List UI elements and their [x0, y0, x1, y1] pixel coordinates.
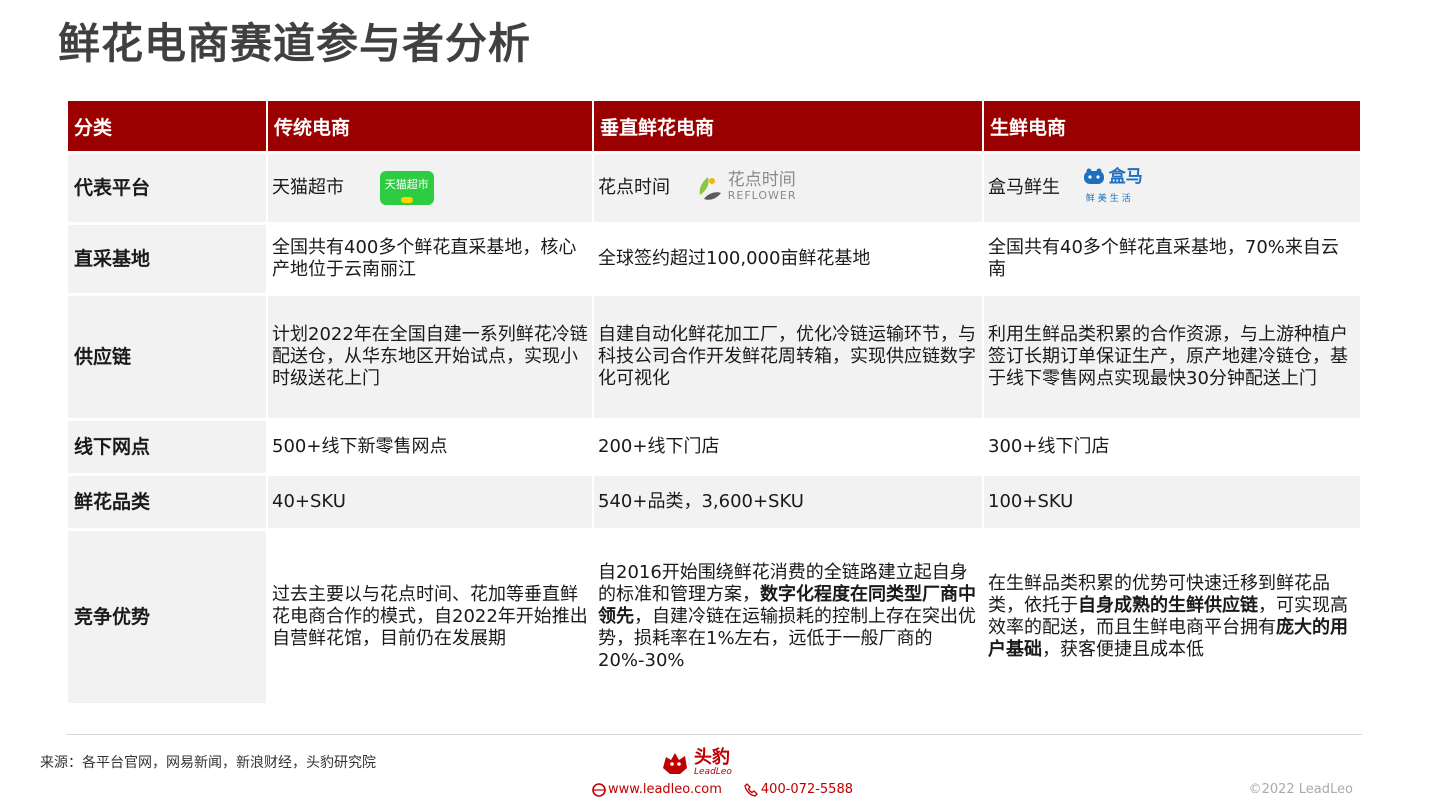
logo-text: 盒马: [1108, 167, 1143, 187]
brand-logo: 头豹 LeadLeo: [660, 748, 732, 778]
comparison-table: 分类 传统电商 垂直鲜花电商 生鲜电商 代表平台 天猫超市 天猫超市 花点时间: [66, 98, 1362, 706]
footer-divider: [66, 734, 1362, 735]
table-row: 代表平台 天猫超市 天猫超市 花点时间 花点时间 REFLOWER 盒马鲜生 盒…: [68, 154, 1360, 222]
leaf-icon: [699, 177, 721, 200]
text-segment: ，自建冷链在运输损耗的控制上存在突出优势，损耗率在1%左右，远低于一般厂商的20…: [598, 606, 976, 671]
source-note: 来源：各平台官网，网易新闻，新浪财经，头豹研究院: [40, 755, 376, 771]
table-row: 鲜花品类 40+SKU 540+品类，3,600+SKU 100+SKU: [68, 476, 1360, 528]
header-vertical-flower-ecommerce: 垂直鲜花电商: [594, 101, 982, 151]
leopard-head-icon: [663, 753, 687, 774]
platform-name: 盒马鲜生: [988, 177, 1060, 198]
tmall-logo-icon: 天猫超市: [379, 171, 434, 205]
table-cell: 540+品类，3,600+SKU: [594, 476, 982, 528]
hippo-icon: [1083, 168, 1104, 184]
header-fresh-ecommerce: 生鲜电商: [984, 101, 1360, 151]
table-cell: 利用生鲜品类积累的合作资源，与上游种植户签订长期订单保证生产，原产地建冷链仓，基…: [984, 296, 1360, 418]
platform-name: 天猫超市: [272, 177, 344, 198]
globe-icon: [592, 782, 606, 797]
phone-number: 400-072-5588: [760, 782, 853, 797]
header-category: 分类: [68, 101, 266, 151]
table-row: 直采基地 全国共有400多个鲜花直采基地，核心产地位于云南丽江 全球签约超过10…: [68, 225, 1360, 293]
row-label: 直采基地: [68, 225, 266, 293]
logo-text: 花点时间: [727, 170, 796, 190]
brand-text: 头豹 LeadLeo: [694, 747, 732, 778]
header-traditional-ecommerce: 传统电商: [268, 101, 592, 151]
contact-bar: www.leadleo.com 400-072-5588: [592, 782, 853, 797]
row-label: 供应链: [68, 296, 266, 418]
table-cell: 天猫超市 天猫超市: [268, 154, 592, 222]
text-segment: ，获客便捷且成本低: [1042, 639, 1204, 660]
table-row: 供应链 计划2022年在全国自建一系列鲜花冷链配送仓，从华东地区开始试点，实现小…: [68, 296, 1360, 418]
table-cell: 自建自动化鲜花加工厂，优化冷链运输环节，与科技公司合作开发鲜花周转箱，实现供应链…: [594, 296, 982, 418]
logo-subtext: REFLOWER: [727, 189, 797, 202]
row-label: 鲜花品类: [68, 476, 266, 528]
logo-dot: [400, 197, 413, 203]
table-cell: 300+线下门店: [984, 421, 1360, 473]
table-cell: 过去主要以与花点时间、花加等垂直鲜花电商合作的模式，自2022年开始推出自营鲜花…: [268, 531, 592, 703]
table-cell: 全国共有400多个鲜花直采基地，核心产地位于云南丽江: [268, 225, 592, 293]
table-cell: 40+SKU: [268, 476, 592, 528]
table-header-row: 分类 传统电商 垂直鲜花电商 生鲜电商: [68, 101, 1360, 151]
table-cell: 500+线下新零售网点: [268, 421, 592, 473]
table-cell: 200+线下门店: [594, 421, 982, 473]
table-cell: 盒马鲜生 盒马 鲜美生活: [984, 154, 1360, 222]
table-row: 竞争优势 过去主要以与花点时间、花加等垂直鲜花电商合作的模式，自2022年开始推…: [68, 531, 1360, 703]
copyright: ©2022 LeadLeo: [1248, 782, 1353, 797]
logo-text: 天猫超市: [384, 178, 429, 191]
hema-logo-icon: 盒马 鲜美生活: [1082, 166, 1143, 210]
highlight-text: 自身成熟的生鲜供应链: [1078, 595, 1258, 616]
brand-name-en: LeadLeo: [694, 767, 732, 777]
brand-name: 头豹: [694, 747, 730, 768]
table-cell: 在生鲜品类积累的优势可快速迁移到鲜花品类，依托于自身成熟的生鲜供应链，可实现高效…: [984, 531, 1360, 703]
row-label: 竞争优势: [68, 531, 266, 703]
website-link[interactable]: www.leadleo.com: [608, 782, 722, 797]
logo-subtext: 鲜美生活: [1085, 194, 1134, 204]
logo-text-block: 花点时间 REFLOWER: [727, 170, 797, 203]
table-cell: 全球签约超过100,000亩鲜花基地: [594, 225, 982, 293]
table-cell: 自2016开始围绕鲜花消费的全链路建立起自身的标准和管理方案，数字化程度在同类型…: [594, 531, 982, 703]
table-cell: 100+SKU: [984, 476, 1360, 528]
table-cell: 全国共有40多个鲜花直采基地，70%来自云南: [984, 225, 1360, 293]
reflower-logo-icon: 花点时间 REFLOWER: [694, 170, 797, 203]
row-label: 代表平台: [68, 154, 266, 222]
page-title: 鲜花电商赛道参与者分析: [58, 19, 532, 68]
logo-top: 盒马: [1082, 166, 1143, 188]
table-cell: 花点时间 花点时间 REFLOWER: [594, 154, 982, 222]
row-label: 线下网点: [68, 421, 266, 473]
platform-name: 花点时间: [598, 177, 670, 198]
phone-icon: [744, 782, 758, 797]
table-row: 线下网点 500+线下新零售网点 200+线下门店 300+线下门店: [68, 421, 1360, 473]
table-cell: 计划2022年在全国自建一系列鲜花冷链配送仓，从华东地区开始试点，实现小时级送花…: [268, 296, 592, 418]
